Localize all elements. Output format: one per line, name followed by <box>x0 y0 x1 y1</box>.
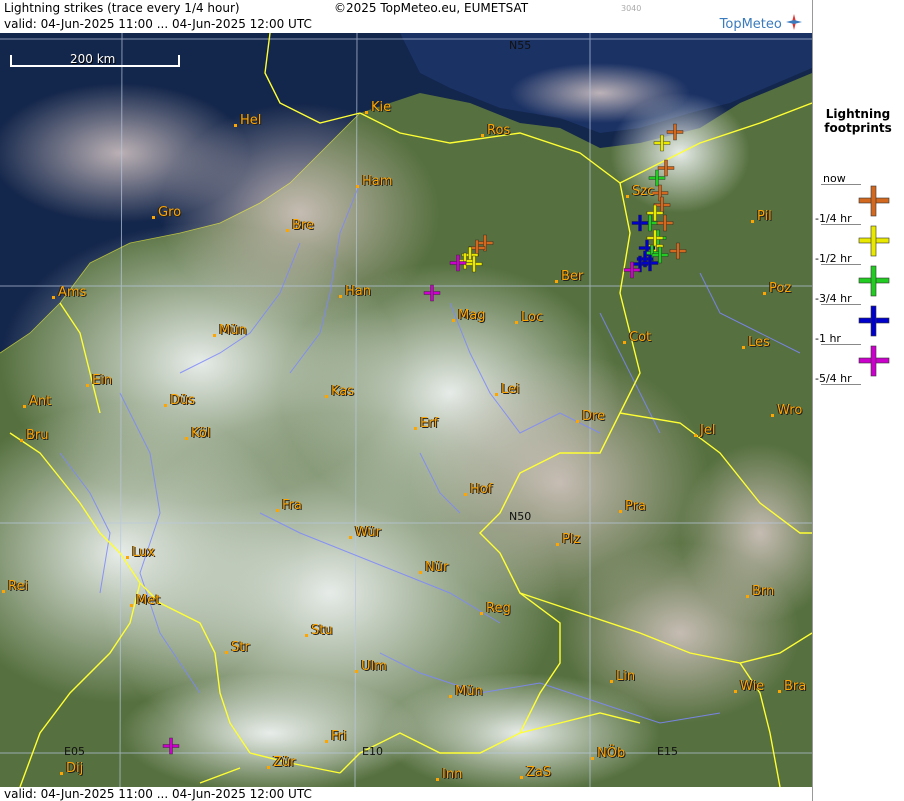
city-label[interactable]: Jel <box>694 423 715 438</box>
city-label[interactable]: Rei <box>2 579 28 594</box>
legend-step: -1/4 hr <box>813 212 903 257</box>
city-label[interactable]: Lin <box>610 669 635 684</box>
copyright-text: ©2025 TopMeteo.eu, EUMETSAT <box>334 1 529 15</box>
city-label[interactable]: Lux <box>126 545 155 560</box>
legend-divider <box>821 224 861 225</box>
satellite-map[interactable]: 200 km N55 N50 E05 E10 E15 Hel Kie Ros H… <box>0 33 812 787</box>
city-label[interactable]: Hel <box>234 113 261 128</box>
legend-panel: Lightning footprints now -1/4 hr -1/2 hr -3… <box>812 0 904 801</box>
city-label[interactable]: NÖb <box>591 746 625 761</box>
city-label[interactable]: Wür <box>349 525 381 540</box>
city-label[interactable]: Ber <box>555 269 583 284</box>
city-label[interactable]: Les <box>742 335 770 350</box>
city-label[interactable]: Poz <box>763 281 791 296</box>
city-label[interactable]: Mün <box>449 684 483 699</box>
topmeteo-logo: TopMeteo <box>720 14 802 32</box>
city-label[interactable]: Mün <box>213 323 247 338</box>
grid-label-e05: E05 <box>64 745 85 758</box>
city-label[interactable]: Hof <box>464 482 492 497</box>
city-label[interactable]: Dre <box>576 409 605 424</box>
city-label[interactable]: Mag <box>452 308 485 323</box>
grid-label-n50: N50 <box>509 510 532 523</box>
city-label[interactable]: Plz <box>556 532 580 547</box>
legend-divider <box>821 264 861 265</box>
image-code: 3040 <box>621 4 642 13</box>
valid-time-top: valid: 04-Jun-2025 11:00 ... 04-Jun-2025… <box>4 17 312 31</box>
city-label[interactable]: Reg <box>480 601 511 616</box>
legend-divider <box>821 184 861 185</box>
legend-divider <box>821 304 861 305</box>
legend-divider <box>821 384 861 385</box>
city-label[interactable]: Düs <box>164 393 195 408</box>
scale-bar-label: 200 km <box>70 52 116 66</box>
city-label[interactable]: Nür <box>419 560 448 575</box>
legend-step: -1 hr <box>813 332 903 377</box>
city-label[interactable]: Pil <box>751 209 772 224</box>
grid-label-e15: E15 <box>657 745 678 758</box>
city-label[interactable]: Kie <box>365 100 391 115</box>
city-label[interactable]: Dij <box>60 761 83 776</box>
city-label[interactable]: Stu <box>305 623 333 638</box>
city-label[interactable]: Bru <box>20 428 49 443</box>
city-label[interactable]: Met <box>130 593 160 608</box>
city-label[interactable]: Ulm <box>355 659 387 674</box>
city-label[interactable]: Ein <box>86 373 112 388</box>
compass-icon <box>786 14 802 30</box>
city-label[interactable]: Köl <box>185 426 210 441</box>
city-label[interactable]: Wie <box>734 679 764 694</box>
city-label[interactable]: Brn <box>746 584 774 599</box>
city-label[interactable]: Kas <box>325 384 354 399</box>
grid-label-e10: E10 <box>362 745 383 758</box>
city-label[interactable]: Zür <box>267 755 296 770</box>
city-label[interactable]: Lei <box>495 382 520 397</box>
city-label[interactable]: Pra <box>619 499 646 514</box>
city-label[interactable]: ZaS <box>520 765 551 780</box>
map-canvas <box>0 33 812 787</box>
grid-label-n55: N55 <box>509 39 532 52</box>
city-label[interactable]: Bra <box>778 679 806 694</box>
city-label[interactable]: Ros <box>481 123 510 138</box>
city-label[interactable]: Gro <box>152 205 181 220</box>
city-label[interactable]: Cot <box>623 330 651 345</box>
legend-divider <box>821 344 861 345</box>
legend-step: -1/2 hr <box>813 252 903 297</box>
map-header: Lightning strikes (trace every 1/4 hour)… <box>0 0 812 33</box>
valid-time-bottom: valid: 04-Jun-2025 11:00 ... 04-Jun-2025… <box>4 787 312 801</box>
legend-step: now <box>813 172 903 217</box>
city-label[interactable]: Erf <box>414 416 438 431</box>
city-label[interactable]: Str <box>225 640 250 655</box>
legend-title: Lightning footprints <box>824 107 892 135</box>
city-label[interactable]: Ham <box>356 174 392 189</box>
map-title: Lightning strikes (trace every 1/4 hour) <box>4 1 240 15</box>
city-label[interactable]: Ams <box>52 285 86 300</box>
city-label[interactable]: Bre <box>286 218 314 233</box>
city-label[interactable]: Han <box>339 284 371 299</box>
city-label[interactable]: Loc <box>515 310 543 325</box>
legend-step: -5/4 hr <box>813 372 903 412</box>
logo-text: TopMeteo <box>719 17 782 32</box>
city-label[interactable]: Ant <box>23 394 51 409</box>
city-label[interactable]: Fri <box>325 729 347 744</box>
city-label[interactable]: Szc <box>626 184 654 199</box>
map-footer: valid: 04-Jun-2025 11:00 ... 04-Jun-2025… <box>0 787 812 801</box>
city-label[interactable]: Inn <box>436 767 462 782</box>
legend-step: -3/4 hr <box>813 292 903 337</box>
city-label[interactable]: Fra <box>276 498 302 513</box>
city-label[interactable]: Wro <box>771 403 802 418</box>
